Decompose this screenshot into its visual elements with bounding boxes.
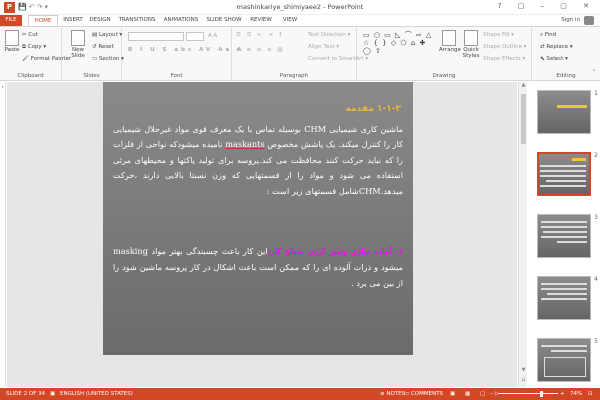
list-indent-buttons[interactable]: ☰ ☰ ⇤ ⇥ ↕ (236, 32, 285, 38)
slides-group-label: Slides (83, 73, 100, 79)
notes-icon: ≡ (380, 391, 385, 397)
zoom-slider-thumb[interactable] (540, 391, 543, 397)
tab-slide-show[interactable]: SLIDE SHOW (206, 15, 242, 26)
zoom-level[interactable]: 74% (570, 388, 582, 400)
window-controls[interactable]: ? ▢ – ▢ ✕ (498, 2, 596, 10)
quick-styles-icon (464, 30, 478, 46)
section-button[interactable]: ▭ Section ▾ (92, 56, 124, 62)
paragraph-group: ☰ ☰ ⇤ ⇥ ↕ ≡ ≡ ≡ ≡ ▥ Text Direction ▾ Ali… (232, 27, 368, 81)
cut-button[interactable]: ✂ Cut (22, 32, 38, 38)
title-bar: P 💾↶↷▾ mashinkariye_shimiyaee2 - PowerPo… (0, 0, 600, 15)
tab-view[interactable]: VIEW (280, 15, 300, 26)
tab-insert[interactable]: INSERT (62, 15, 84, 26)
vertical-scrollbar[interactable]: ▲ ▼ ⇊ (518, 82, 527, 387)
comments-button[interactable]: ▭ COMMENTS (404, 388, 443, 400)
tab-home[interactable]: HOME (28, 15, 58, 26)
align-text-button[interactable]: Align Text ▾ (308, 44, 339, 50)
quick-styles-button[interactable]: Quick Styles (461, 30, 481, 59)
current-slide[interactable]: ۱-۱-۳ مقدمه ماشین کاری شیمیایی CHM بوسیل… (103, 82, 413, 355)
account-avatar[interactable] (584, 16, 594, 25)
text-direction-button[interactable]: Text Direction ▾ (308, 32, 350, 38)
layout-icon: ▤ (92, 32, 98, 38)
tab-design[interactable]: DESIGN (88, 15, 112, 26)
zoom-in-icon[interactable]: + (560, 388, 565, 400)
highlighted-heading: ۱- آماده سازی وتمیز کردن سطح کار: (267, 246, 403, 256)
drawing-group: ▭ ○ ▭ ◺ ⌒ ⇨ △ ☆ { } ◇ ⬠ ⌂ ✚ ◯ ⇧ Arrange … (357, 27, 532, 81)
zoom-slider[interactable] (498, 393, 558, 394)
font-grow-shrink-buttons[interactable]: A A (208, 33, 217, 39)
reset-button[interactable]: ↺ Reset (92, 44, 114, 50)
slide-paragraph-2[interactable]: ۱- آماده سازی وتمیز کردن سطح کار:این کار… (113, 243, 403, 291)
copy-icon: ⧉ (22, 44, 26, 50)
scissors-icon: ✂ (22, 32, 27, 38)
magnifier-icon: ⌕ (540, 32, 544, 38)
reset-icon: ↺ (92, 44, 97, 50)
paragraph-group-label: Paragraph (279, 73, 309, 79)
tab-animations[interactable]: ANIMATIONS (162, 15, 200, 26)
shape-outline-button[interactable]: Shape Outline ▾ (483, 44, 526, 50)
tab-review[interactable]: REVIEW (248, 15, 274, 26)
ribbon-tabs: FILE HOME INSERT DESIGN TRANSITIONS ANIM… (0, 15, 600, 26)
zoom-out-icon[interactable]: – (490, 388, 493, 400)
slide-paragraph-1[interactable]: ماشین کاری شیمیایی CHM بوسیله تماس با یک… (113, 122, 403, 199)
shape-fill-button[interactable]: Shape Fill ▾ (483, 32, 514, 38)
layout-button[interactable]: ▤ Layout ▾ (92, 32, 122, 38)
font-group: A A B I U S abc AV Aa A Font (122, 27, 241, 81)
new-slide-button[interactable]: New Slide (66, 30, 90, 59)
clipboard-group: Paste ✂ Cut ⧉ Copy ▾ 🖌 Format Painter Cl… (0, 27, 71, 81)
arrange-button[interactable]: Arrange (439, 30, 461, 53)
brush-icon: 🖌 (22, 56, 29, 62)
scrollbar-thumb[interactable] (521, 94, 526, 144)
sign-in-link[interactable]: Sign in (561, 17, 580, 23)
slide-counter[interactable]: SLIDE 2 OF 34 (6, 388, 45, 400)
notes-button[interactable]: ≡ NOTES (380, 388, 405, 400)
select-button[interactable]: ⬉ Select ▾ (540, 56, 568, 62)
font-format-buttons[interactable]: B I U S abc AV Aa A (128, 47, 244, 53)
tab-file[interactable]: FILE (0, 15, 22, 26)
replace-icon: ⇄ (540, 44, 545, 50)
view-buttons[interactable]: ▣ ▦ ▢ ▷ (450, 388, 503, 400)
collapsed-left-pane[interactable]: › (0, 82, 6, 387)
editing-group-label: Editing (556, 73, 576, 79)
clipboard-group-label: Clipboard (17, 73, 44, 79)
ribbon: Paste ✂ Cut ⧉ Copy ▾ 🖌 Format Painter Cl… (0, 26, 600, 81)
alignment-buttons[interactable]: ≡ ≡ ≡ ≡ ▥ (236, 47, 285, 53)
drawing-group-label: Drawing (432, 73, 456, 79)
clipboard-icon (5, 30, 19, 46)
shape-effects-button[interactable]: Shape Effects ▾ (483, 56, 525, 62)
font-group-label: Font (170, 73, 183, 79)
spell-check-icon[interactable]: ▣ (50, 388, 55, 400)
find-button[interactable]: ⌕ Find (540, 32, 556, 39)
collapse-ribbon-chevron-icon[interactable]: ⌃ (592, 69, 596, 75)
chevron-right-icon: › (1, 84, 4, 91)
paste-button[interactable]: Paste (3, 30, 21, 53)
tab-transitions[interactable]: TRANSITIONS (118, 15, 156, 26)
slides-group: New Slide ▤ Layout ▾ ↺ Reset ▭ Section ▾… (62, 27, 124, 81)
status-bar: SLIDE 2 OF 34 ▣ ENGLISH (UNITED STATES) … (0, 388, 600, 400)
copy-button[interactable]: ⧉ Copy ▾ (22, 44, 46, 51)
new-slide-icon (71, 30, 85, 46)
arrange-icon (442, 30, 456, 46)
cursor-icon: ⬉ (540, 56, 545, 62)
replace-button[interactable]: ⇄ Replace ▾ (540, 44, 573, 50)
shapes-gallery[interactable]: ▭ ○ ▭ ◺ ⌒ ⇨ △ ☆ { } ◇ ⬠ ⌂ ✚ ◯ ⇧ (363, 31, 433, 55)
slide-thumbnails-pane: 1 2 3 4 5 (527, 82, 600, 387)
section-icon: ▭ (92, 56, 98, 62)
editing-group: ⌕ Find ⇄ Replace ▾ ⬉ Select ▾ Editing ⌃ (532, 27, 600, 81)
language-indicator[interactable]: ENGLISH (UNITED STATES) (60, 388, 133, 400)
font-size-box[interactable] (186, 32, 204, 41)
comment-icon: ▭ (404, 391, 410, 397)
fit-to-window-icon[interactable]: ⊡ (588, 388, 593, 400)
font-name-box[interactable] (128, 32, 184, 41)
slide-title[interactable]: ۱-۱-۳ مقدمه (346, 104, 401, 114)
